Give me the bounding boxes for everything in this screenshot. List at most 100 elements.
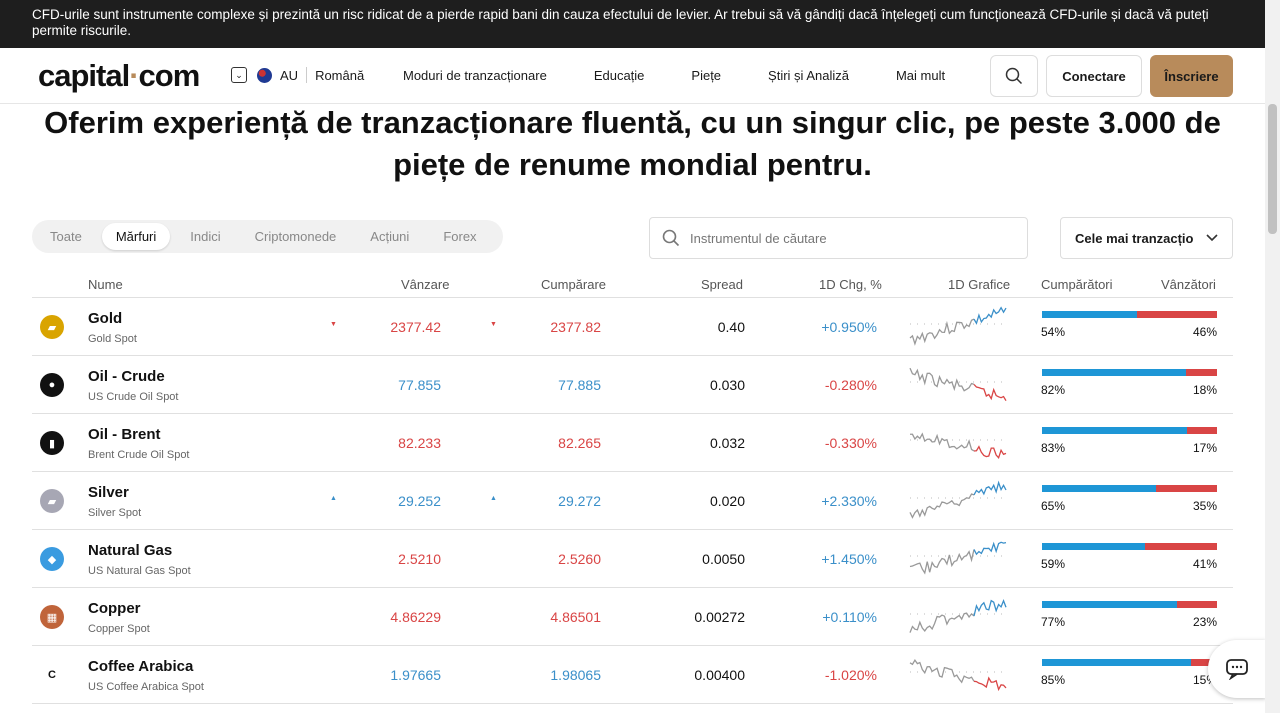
scrollbar-thumb[interactable] — [1268, 104, 1277, 234]
main-nav: Moduri de tranzacționare Educație Piețe … — [403, 68, 992, 83]
buy-price-button[interactable]: 2.5260 — [558, 551, 601, 567]
nav-news-analysis[interactable]: Știri și Analiză — [768, 68, 849, 83]
sell-price-button[interactable]: 1.97665 — [390, 667, 441, 683]
instrument-subtitle: Gold Spot — [88, 333, 137, 345]
sparkline-chart — [909, 658, 1008, 692]
buy-trend-arrow-icon: ▼ — [490, 321, 497, 328]
instrument-name[interactable]: Silver — [88, 484, 129, 501]
sellers-percent: 41% — [1192, 557, 1217, 571]
sell-price-button[interactable]: 77.855 — [398, 377, 441, 393]
sort-select-label: Cele mai tranzacțio — [1075, 230, 1194, 246]
instrument-search-field[interactable] — [649, 217, 1028, 259]
header-buy[interactable]: Cumpărare — [541, 277, 606, 292]
instrument-name[interactable]: Oil - Crude — [88, 368, 165, 385]
instrument-name[interactable]: Natural Gas — [88, 542, 172, 559]
sellers-percent: 46% — [1192, 325, 1217, 339]
header-sell[interactable]: Vânzare — [401, 277, 449, 292]
logo-text-left: capital — [38, 58, 130, 93]
gold-icon: ▰ — [40, 315, 64, 339]
sparkline-recent — [973, 541, 1007, 556]
table-row[interactable]: ▦ Copper Copper Spot 4.86229 4.86501 0.0… — [32, 588, 1233, 646]
sparkline-history — [909, 367, 975, 392]
daily-change-value: -0.280% — [824, 377, 877, 393]
sentiment-bar — [1042, 659, 1217, 666]
buy-price-button[interactable]: 29.272 — [558, 493, 601, 509]
oil-drop-icon: ● — [40, 373, 64, 397]
daily-change-value: +0.950% — [821, 319, 877, 335]
sparkline-history — [909, 318, 975, 346]
buyers-fill — [1042, 659, 1191, 666]
sparkline-recent — [973, 445, 1007, 460]
table-row[interactable]: ▰ Gold Gold Spot ▼ ▼ 2377.42 2377.82 0.40… — [32, 298, 1233, 356]
login-button[interactable]: Conectare — [1046, 55, 1142, 97]
sell-price-button[interactable]: 2377.42 — [390, 319, 441, 335]
tab-forex[interactable]: Forex — [429, 223, 490, 250]
instrument-name[interactable]: Coffee Arabica — [88, 658, 193, 675]
tab-crypto[interactable]: Criptomonede — [241, 223, 351, 250]
buyers-percent: 85% — [1041, 673, 1066, 687]
buyers-percent: 65% — [1041, 499, 1066, 513]
region-code: AU — [280, 67, 299, 83]
instrument-subtitle: Silver Spot — [88, 507, 142, 519]
sparkline-recent — [973, 383, 1007, 402]
sparkline-history — [909, 432, 975, 452]
risk-warning-text: CFD-urile sunt instrumente complexe și p… — [32, 7, 1209, 38]
spread-value: 0.0050 — [702, 551, 745, 567]
buyers-fill — [1042, 311, 1137, 318]
buy-price-button[interactable]: 82.265 — [558, 435, 601, 451]
buyers-percent: 54% — [1041, 325, 1066, 339]
table-row[interactable]: ◆ Natural Gas US Natural Gas Spot 2.5210… — [32, 530, 1233, 588]
instrument-name[interactable]: Copper — [88, 600, 141, 617]
instrument-search-input[interactable] — [690, 230, 990, 246]
logo[interactable]: capital·com — [38, 58, 201, 94]
tab-commodities[interactable]: Mărfuri — [101, 223, 171, 250]
sell-price-button[interactable]: 29.252 — [398, 493, 441, 509]
sparkline-chart — [909, 367, 1008, 402]
header-spread[interactable]: Spread — [701, 277, 743, 292]
tab-all[interactable]: Toate — [36, 223, 96, 250]
chevron-down-icon: ⌄ — [231, 67, 247, 83]
instrument-name[interactable]: Oil - Brent — [88, 426, 161, 443]
sort-select[interactable]: Cele mai tranzacțio — [1060, 217, 1233, 259]
buy-price-button[interactable]: 1.98065 — [550, 667, 601, 683]
tab-indices[interactable]: Indici — [176, 223, 234, 250]
header-change[interactable]: 1D Chg, % — [819, 277, 882, 292]
nav-trading-modes[interactable]: Moduri de tranzacționare — [403, 68, 547, 83]
sell-price-button[interactable]: 4.86229 — [390, 609, 441, 625]
sell-price-button[interactable]: 2.5210 — [398, 551, 441, 567]
search-button[interactable] — [990, 55, 1038, 97]
table-row[interactable]: ● Oil - Crude US Crude Oil Spot 77.855 7… — [32, 356, 1233, 414]
nav-markets[interactable]: Piețe — [691, 68, 721, 83]
header-chart: 1D Grafice — [948, 277, 1011, 292]
tab-shares[interactable]: Acțiuni — [356, 223, 423, 250]
nav-education[interactable]: Educație — [594, 68, 645, 83]
buyers-fill — [1042, 427, 1188, 434]
table-row[interactable]: ▰ Silver Silver Spot ▲ ▲ 29.252 29.272 0.… — [32, 472, 1233, 530]
header-buyers: Cumpărători — [1041, 277, 1113, 292]
table-row[interactable]: ▮ Oil - Brent Brent Crude Oil Spot 82.23… — [32, 414, 1233, 472]
buy-price-button[interactable]: 2377.82 — [550, 319, 601, 335]
buy-price-button[interactable]: 77.885 — [558, 377, 601, 393]
header-sellers: Vânzători — [1161, 277, 1216, 292]
table-row[interactable]: C Coffee Arabica US Coffee Arabica Spot … — [32, 646, 1233, 704]
table-header: Nume Vânzare Cumpărare Spread 1D Chg, % … — [32, 276, 1233, 298]
region-language-selector[interactable]: ⌄ AU Română — [231, 67, 364, 83]
daily-change-value: -0.330% — [824, 435, 877, 451]
language-label: Română — [315, 67, 365, 83]
copper-icon: ▦ — [40, 605, 64, 629]
header-name[interactable]: Nume — [88, 277, 123, 292]
sellers-percent: 17% — [1192, 441, 1217, 455]
sparkline-chart — [909, 306, 1008, 346]
scrollbar[interactable] — [1265, 0, 1280, 713]
instrument-name[interactable]: Gold — [88, 310, 122, 327]
buy-trend-arrow-icon: ▲ — [490, 495, 497, 502]
buyers-fill — [1042, 369, 1186, 376]
signup-button[interactable]: Înscriere — [1150, 55, 1233, 97]
buy-price-button[interactable]: 4.86501 — [550, 609, 601, 625]
logo-text-right: com — [138, 58, 201, 93]
nav-more[interactable]: Mai mult — [896, 68, 945, 83]
sell-price-button[interactable]: 82.233 — [398, 435, 441, 451]
chat-button[interactable] — [1208, 640, 1266, 698]
australia-flag-icon — [257, 67, 272, 83]
sellers-percent: 23% — [1192, 615, 1217, 629]
